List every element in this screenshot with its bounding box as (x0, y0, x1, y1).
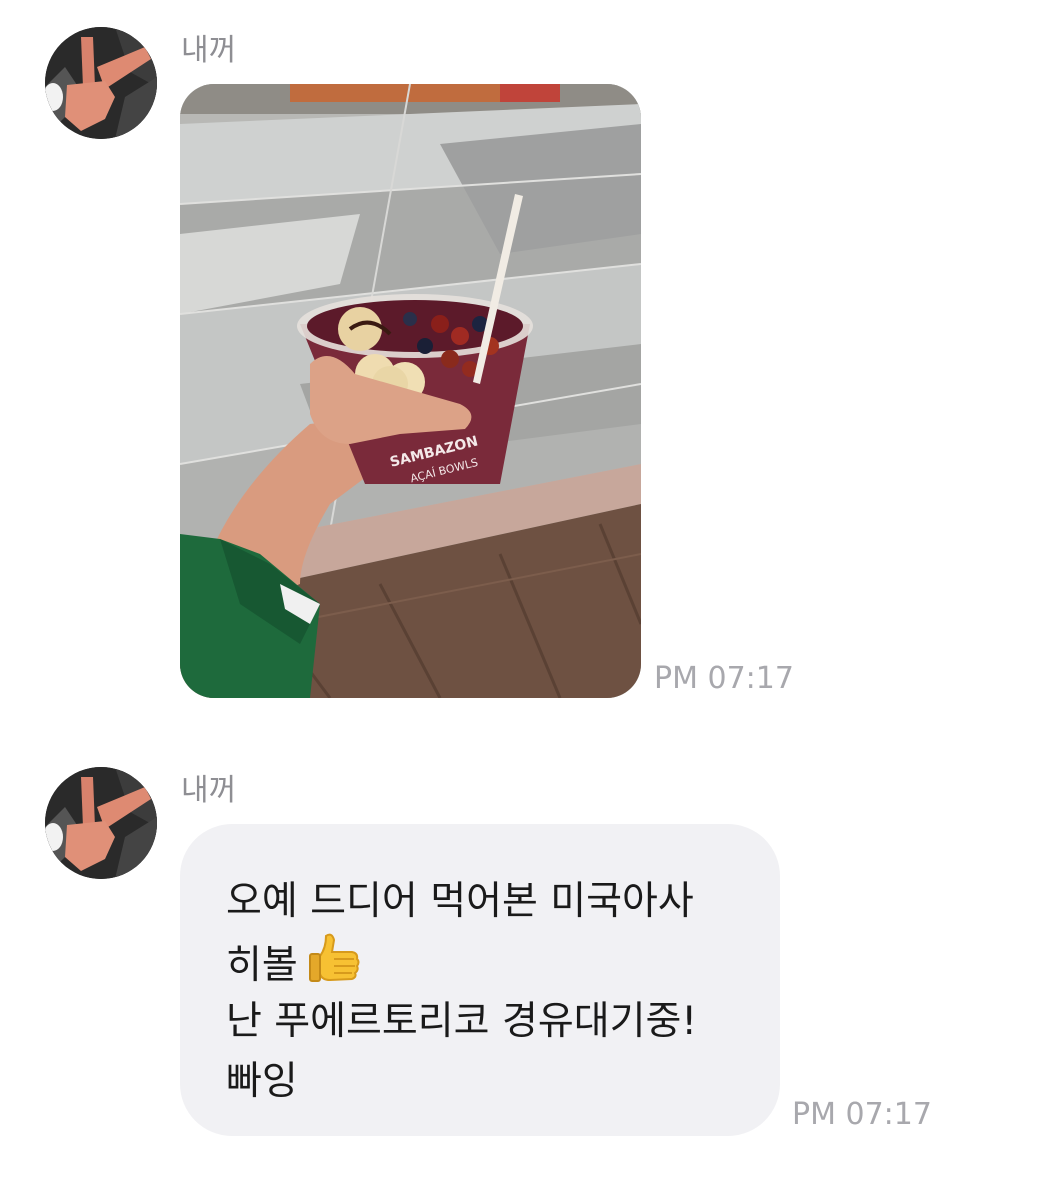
message-line: 오예 드디어 먹어본 미국아사 (226, 879, 694, 924)
sender-avatar[interactable] (45, 767, 157, 879)
message-line: 빠잉 (226, 1059, 298, 1104)
message-bubble[interactable]: 오예 드디어 먹어본 미국아사 히볼 난 푸에르토리코 경유대기중! 빠잉 (180, 824, 780, 1136)
message-line-with-emoji: 히볼 (226, 932, 760, 992)
message-time: PM 07:17 (792, 1097, 932, 1132)
message-text: 내꺼 오예 드디어 먹어본 미국아사 히볼 난 푸에르토리코 경유대기중! 빠잉… (0, 0, 1050, 1200)
message-line: 난 푸에르토리코 경유대기중! (226, 999, 697, 1044)
message-line: 히볼 (226, 943, 298, 988)
sender-name: 내꺼 (181, 773, 237, 808)
